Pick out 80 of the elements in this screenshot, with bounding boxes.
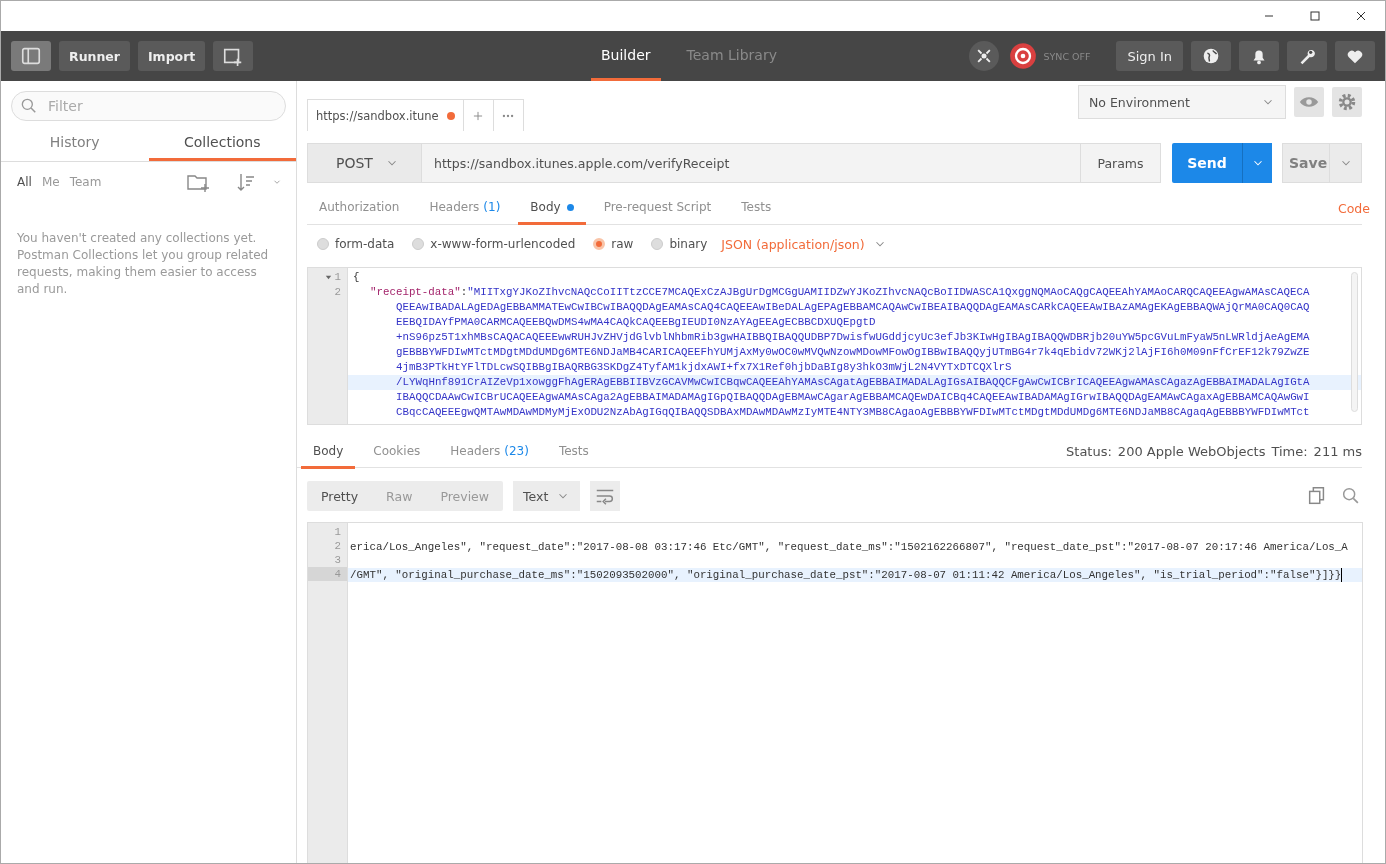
json-string: CBqcCAQEEEgwQMTAwMDAwMDMyMjExODU2NzAbAgIGqQIBAQQSDBAxMDAwMDAwMzIyMTE4NTY3MB8CAgaoAgEBBBYWFDIwMTctMDgtMDdUMDg6MTE6NDJaMB8CAgaqAgEBBBYWFDIwMTct [396, 406, 1310, 418]
line-number: 1 [334, 526, 341, 538]
empty-message: You haven't created any collections yet. Postman Collections let you group related requests, making them easier to access and run. [17, 230, 270, 298]
interceptor-button[interactable] [969, 41, 1000, 71]
line-number: 2 [334, 285, 341, 300]
json-string: gEBBBYWFDIwMTctMDgtMDdUMDg6MTE6NDJaMB4CARICAQEEFhYUMjAxMy0wOC0wMVQwNzowMDowMFowOgIBBwIBAQQyjUTmBG4r7k4qEbidv72WKj2lAjFI6h0M09nFfCrEF12k79ZwZE [396, 346, 1310, 358]
time-value: 211 ms [1313, 444, 1362, 459]
line-number: 2 [334, 540, 341, 552]
json-string: 4jmB3PTkHtYFlTDLcwSQIBBgIBAQRBG3SKDgZ4TyfAM1kjdxAWI+fx7X1Ref0hjbDaBIg8y3hkO3mWjL2N4VYTxDTCQXlrS [396, 361, 1012, 373]
params-button[interactable]: Params [1081, 143, 1161, 183]
status-dot [566, 203, 574, 211]
code-text: erica/Los_Angeles", "request_date":"2017-08-08 03:17:46 Etc/GMT", "request_date_ms":"1502162266807", "request_date_pst":"2017-08-07 20:17:46 America/Los_A [350, 540, 1348, 554]
heart-button[interactable] [1335, 41, 1375, 71]
body-mode-radio[interactable]: binary [651, 237, 708, 251]
method-dropdown[interactable]: POST [307, 143, 422, 183]
response-tab[interactable]: Cookies [361, 435, 433, 469]
text-cursor [1341, 568, 1343, 582]
scope-filter[interactable]: All [17, 175, 32, 189]
body-mode-radio[interactable]: raw [593, 237, 634, 251]
fold-icon[interactable] [323, 273, 333, 282]
wrap-lines-button[interactable] [590, 481, 621, 511]
search-icon [19, 96, 39, 116]
code-link[interactable]: Code [1338, 200, 1370, 216]
scrollbar[interactable] [1351, 272, 1358, 412]
response-tab[interactable]: Headers (23) [438, 435, 541, 469]
url-field[interactable]: https://sandbox.itunes.apple.com/verifyReceipt [422, 143, 1081, 183]
request-section-tab[interactable]: Headers (1) [417, 192, 513, 225]
gear-icon [1336, 91, 1358, 113]
bell-button[interactable] [1239, 41, 1279, 71]
request-body-editor[interactable] [307, 267, 1362, 425]
view-mode-tab[interactable]: Pretty [307, 481, 373, 511]
code-text: : [460, 286, 468, 298]
line-number: 4 [334, 568, 341, 580]
request-section-tab[interactable]: Body [518, 192, 586, 225]
json-key: "receipt-data" [370, 286, 461, 298]
body-mode-radio[interactable]: x-www-form-urlencoded [412, 237, 576, 251]
json-string: QEEAwIBADALAgEDAgEBBAMMATEwCwIBCwIBAQQDAgEAMAsCAQ4CAQEEAwIBeDALAgEPAgEBBAMCAQAwCwIBEAIBAQQDAgEAMAsCARkCAQEEAwIBAzAMAgEKAgEBBAQWAjQrMA0CAQ0CAQ [396, 301, 1310, 313]
status-value: 200 Apple WebObjects [1117, 444, 1266, 459]
header-button[interactable]: Import [137, 41, 206, 71]
json-string: "MIITxgYJKoZIhvcNAQcCoIITtzCCE7MCAQExCzAJBgUrDgMCGgUAMIIDZwYJKoZIhvcNAQcBoIIDWASCA1QxggNQMAoCAQgCAQEEAhYAMAoCARQCAQEEAgwAMAsCAQECA [467, 286, 1310, 298]
sync-icon[interactable] [1009, 42, 1038, 70]
line-number: 1 [334, 270, 341, 285]
request-section-tab[interactable]: Pre-request Script [591, 192, 724, 225]
content-type-dropdown[interactable]: JSON (application/json) [721, 236, 887, 252]
header-tab[interactable]: Builder [591, 31, 661, 81]
time-label: Time: [1271, 444, 1308, 459]
code-text: /GMT", "original_purchase_date_ms":"1502093502000", "original_purchase_date_pst":"2017-08-07 01:11:42 America/Los_Angeles", "is_trial_period":"false"}]}} [350, 568, 1342, 582]
sidebar-tab[interactable]: Collections [148, 125, 296, 161]
filter-field[interactable]: Filter [11, 91, 286, 121]
response-tab[interactable]: Tests [546, 435, 601, 469]
globe-button[interactable] [1191, 41, 1231, 71]
environment-settings-button[interactable] [1332, 87, 1362, 117]
wrench-button[interactable] [1287, 41, 1327, 71]
sidebar-toggle-button[interactable] [11, 41, 51, 71]
sidebar-icon [20, 45, 42, 67]
response-tab[interactable]: Body [301, 435, 356, 469]
unsaved-dot [446, 111, 455, 120]
sign-in-button[interactable]: Sign In [1116, 41, 1183, 71]
send-button[interactable]: Send [1172, 143, 1242, 183]
request-tab[interactable]: https://sandbox.itune [307, 99, 464, 131]
maximize-icon[interactable] [1309, 10, 1321, 22]
sidebar-tab[interactable]: History [1, 125, 149, 161]
line-number: 3 [334, 554, 341, 566]
json-string: IBAQQCDAAwCwICBrUCAQEEAgwAMAsCAga2AgEBBAIMADAMAgIGpQIBAQQDAgEBMAwCAgarAgEBBAMCAQEwDAICBq4CAQEEAwIBADAMAgIGrwIBAQQDAgEAMAwCAgaxAgEBBAMCAQAwGwI [396, 391, 1310, 403]
format-dropdown[interactable]: Text [513, 481, 581, 511]
sync-status: SYNC OFF [1043, 50, 1091, 62]
new-window-button[interactable] [213, 41, 254, 71]
header-button[interactable]: Runner [59, 41, 130, 71]
save-button[interactable]: Save [1282, 143, 1330, 183]
status-label: Status: [1066, 444, 1112, 459]
environment-quick-look-button[interactable] [1294, 87, 1324, 117]
json-string: +nS96pz5T1xhMBsCAQACAQEEEwwRUHJvZHVjdGlvblNhbmRib3gwHAIBBQIBAQQUDBP7DwisfwUGddjcyUc3efJb3KIwHgIBAgIBAQQWDBRjb20uYW5pcGVuLmFyaW5nLWRldjAeAgEMA [396, 331, 1310, 343]
environment-dropdown[interactable]: No Environment [1078, 85, 1286, 119]
json-string: EEBQIDAYfPMA0CARMCAQEEBQwDMS4wMA4CAQkCAQEEBgIEUDI0NzAYAgEEAgECBBCDXUQEpgtD [396, 316, 876, 328]
json-string: /LYWqHnf891CrAIZeVp1xowggFhAgERAgEBBIIBVzGCAVMwCwICBqwCAQEEAhYAMAsCAgatAgEBBAIMADALAgIGsAIBAQQCFgAwCwICBrICAQEEAgwAMAsCAgazAgEBBAIMADALAgIGtA [396, 376, 1310, 388]
request-section-tab[interactable]: Authorization [307, 192, 412, 225]
request-section-tab[interactable]: Tests [729, 192, 784, 225]
code-text: { [353, 271, 360, 283]
body-mode-radio[interactable]: form-data [317, 237, 395, 251]
close-icon[interactable] [1355, 10, 1367, 22]
